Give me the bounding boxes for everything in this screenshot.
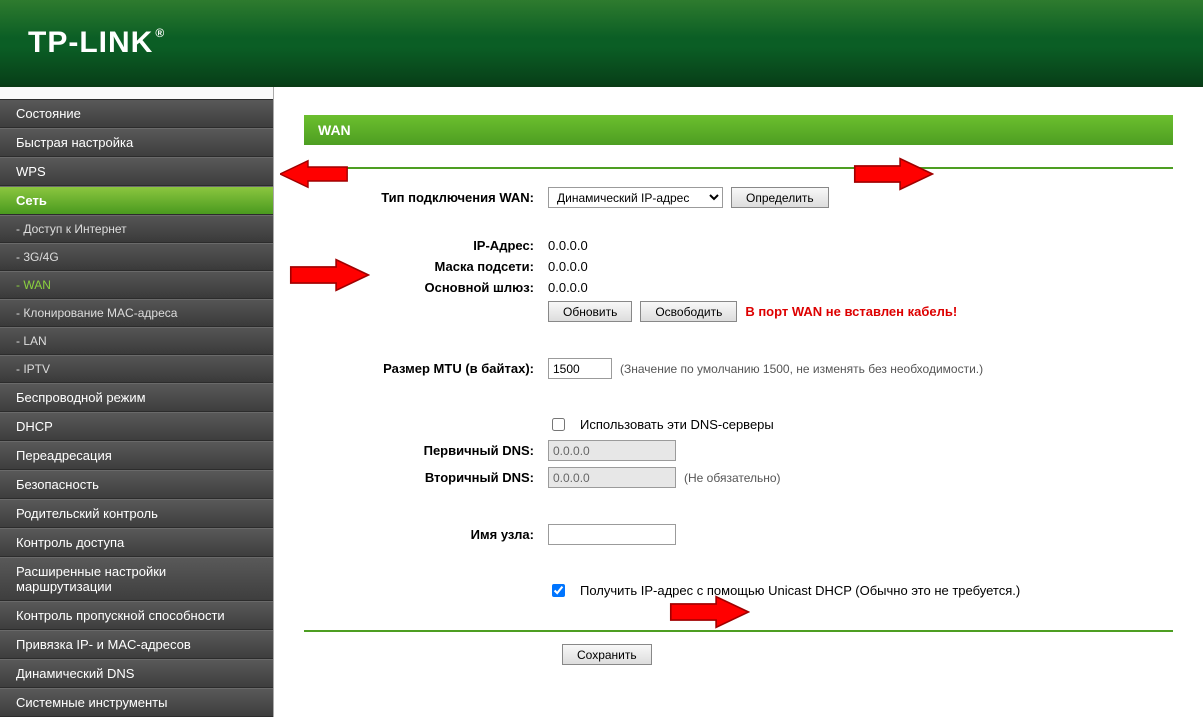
host-label: Имя узла: bbox=[304, 527, 548, 542]
divider-top bbox=[304, 167, 1173, 169]
dns2-label: Вторичный DNS: bbox=[304, 470, 548, 485]
content-area: WAN Тип подключения WAN: Динамический IP… bbox=[274, 87, 1203, 717]
annotation-arrow-icon bbox=[850, 157, 934, 191]
dns1-input[interactable] bbox=[548, 440, 676, 461]
unicast-checkbox[interactable] bbox=[552, 584, 565, 597]
mtu-input[interactable] bbox=[548, 358, 612, 379]
mask-label: Маска подсети: bbox=[304, 259, 548, 274]
mtu-hint: (Значение по умолчанию 1500, не изменять… bbox=[620, 362, 983, 376]
ip-label: IP-Адрес: bbox=[304, 238, 548, 253]
sidebar-sub-3g4g[interactable]: - 3G/4G bbox=[0, 243, 273, 271]
use-dns-checkbox[interactable] bbox=[552, 418, 565, 431]
no-cable-warning: В порт WAN не вставлен кабель! bbox=[745, 304, 957, 319]
sidebar-item-network[interactable]: Сеть bbox=[0, 186, 273, 215]
unicast-label: Получить IP-адрес с помощью Unicast DHCP… bbox=[580, 583, 1020, 598]
brand-logo: TP-LINK® bbox=[28, 26, 165, 60]
use-dns-label: Использовать эти DNS-серверы bbox=[580, 417, 774, 432]
sidebar-item-bandwidth[interactable]: Контроль пропускной способности bbox=[0, 601, 273, 630]
sidebar-item-status[interactable]: Состояние bbox=[0, 99, 273, 128]
sidebar: Состояние Быстрая настройка WPS Сеть - Д… bbox=[0, 87, 274, 717]
sidebar-sub-lan[interactable]: - LAN bbox=[0, 327, 273, 355]
sidebar-sub-wan[interactable]: - WAN bbox=[0, 271, 273, 299]
annotation-arrow-icon bbox=[666, 595, 750, 629]
detect-button[interactable]: Определить bbox=[731, 187, 829, 208]
sidebar-item-systools[interactable]: Системные инструменты bbox=[0, 688, 273, 717]
dns1-label: Первичный DNS: bbox=[304, 443, 548, 458]
sidebar-sub-internet[interactable]: - Доступ к Интернет bbox=[0, 215, 273, 243]
wan-type-select[interactable]: Динамический IP-адрес bbox=[548, 187, 723, 208]
sidebar-sub-macclone[interactable]: - Клонирование MAC-адреса bbox=[0, 299, 273, 327]
annotation-arrow-icon bbox=[280, 159, 350, 189]
sidebar-item-security[interactable]: Безопасность bbox=[0, 470, 273, 499]
sidebar-item-routing[interactable]: Расширенные настройки маршрутизации bbox=[0, 557, 273, 601]
sidebar-item-ipmac[interactable]: Привязка IP- и MAC-адресов bbox=[0, 630, 273, 659]
sidebar-item-wps[interactable]: WPS bbox=[0, 157, 273, 186]
dns2-hint: (Не обязательно) bbox=[684, 471, 781, 485]
ip-value: 0.0.0.0 bbox=[548, 238, 588, 253]
sidebar-sub-iptv[interactable]: - IPTV bbox=[0, 355, 273, 383]
renew-button[interactable]: Обновить bbox=[548, 301, 632, 322]
sidebar-item-dhcp[interactable]: DHCP bbox=[0, 412, 273, 441]
brand-text: TP-LINK bbox=[28, 26, 153, 60]
sidebar-item-wireless[interactable]: Беспроводной режим bbox=[0, 383, 273, 412]
sidebar-item-forwarding[interactable]: Переадресация bbox=[0, 441, 273, 470]
page-title: WAN bbox=[304, 115, 1173, 145]
gw-value: 0.0.0.0 bbox=[548, 280, 588, 295]
sidebar-item-quicksetup[interactable]: Быстрая настройка bbox=[0, 128, 273, 157]
dns2-input[interactable] bbox=[548, 467, 676, 488]
mask-value: 0.0.0.0 bbox=[548, 259, 588, 274]
registered-mark: ® bbox=[155, 26, 165, 40]
release-button[interactable]: Освободить bbox=[640, 301, 737, 322]
sidebar-item-access[interactable]: Контроль доступа bbox=[0, 528, 273, 557]
gw-label: Основной шлюз: bbox=[304, 280, 548, 295]
divider-bottom bbox=[304, 630, 1173, 632]
header: TP-LINK® bbox=[0, 0, 1203, 87]
save-button[interactable]: Сохранить bbox=[562, 644, 652, 665]
wan-type-label: Тип подключения WAN: bbox=[304, 190, 548, 205]
host-input[interactable] bbox=[548, 524, 676, 545]
sidebar-item-ddns[interactable]: Динамический DNS bbox=[0, 659, 273, 688]
mtu-label: Размер MTU (в байтах): bbox=[304, 361, 548, 376]
sidebar-item-parental[interactable]: Родительский контроль bbox=[0, 499, 273, 528]
